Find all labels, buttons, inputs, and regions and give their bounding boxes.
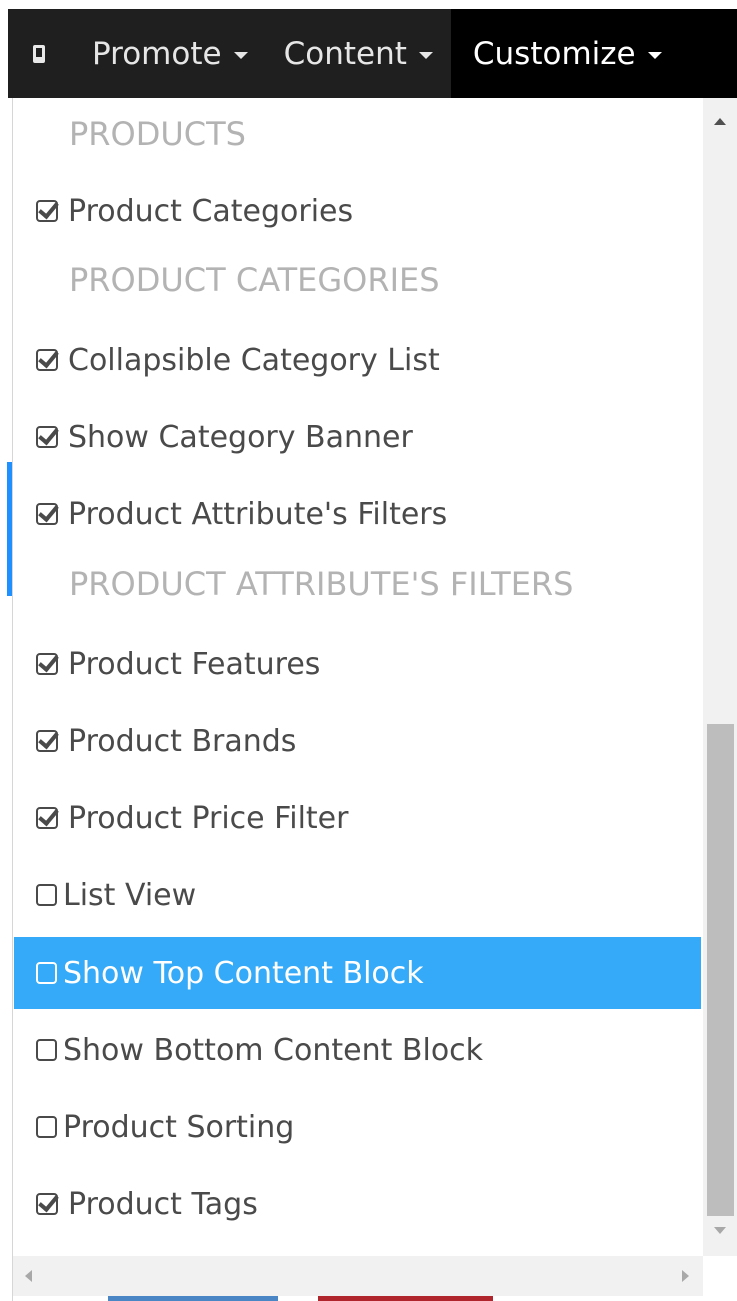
checkbox-icon [36,1116,57,1138]
menu-item-show-top-content-block[interactable]: Show Top Content Block [14,937,701,1009]
scroll-down-arrow-icon[interactable] [714,1227,726,1234]
menu-item-product-tags[interactable]: Product Tags [14,1168,701,1240]
checkbox-icon [36,1039,57,1061]
menu-section-header-product-attributes-filters: PRODUCT ATTRIBUTE'S FILTERS [14,548,701,620]
nav-promote-label: Promote [92,35,222,72]
menu-item-product-features[interactable]: Product Features [14,628,701,700]
customize-dropdown: PRODUCTS Product Categories PRODUCT CATE… [12,98,737,1301]
mobile-preview-button[interactable] [8,9,70,98]
menu-item-label: Product Brands [68,723,297,759]
checkbox-icon [36,1193,58,1215]
nav-content-menu[interactable]: Content [266,9,451,98]
nav-customize-label: Customize [472,35,636,72]
page-image-edge [108,1296,278,1301]
caret-down-icon [647,52,662,59]
menu-item-product-sorting[interactable]: Product Sorting [14,1091,701,1163]
scroll-left-arrow-icon[interactable] [25,1270,32,1282]
page-background [0,98,12,1301]
checkbox-icon [36,200,58,222]
checkbox-icon [36,503,58,525]
menu-item-label: Product Tags [68,1186,258,1222]
menu-item-label: Product Sorting [63,1109,295,1145]
scroll-up-arrow-icon[interactable] [714,118,726,125]
caret-down-icon [418,52,433,59]
nav-promote-menu[interactable]: Promote [70,9,266,98]
menu-item-product-categories[interactable]: Product Categories [14,175,701,247]
menu-section-header-products: PRODUCTS [14,98,701,170]
menu-section-header-label: PRODUCT ATTRIBUTE'S FILTERS [69,565,574,603]
customize-menu-list: PRODUCTS Product Categories PRODUCT CATE… [13,98,701,1256]
top-navbar: Promote Content Customize [8,9,737,98]
checkbox-icon [36,653,58,675]
scroll-right-arrow-icon[interactable] [682,1270,689,1282]
phone-icon [33,44,45,63]
menu-item-label: Collapsible Category List [68,342,440,378]
page-image-edge [318,1296,493,1301]
menu-item-label: Show Bottom Content Block [63,1032,484,1068]
nav-content-label: Content [283,35,407,72]
menu-section-header-label: PRODUCT CATEGORIES [69,261,440,299]
checkbox-icon [36,426,58,448]
menu-item-collapsible-category-list[interactable]: Collapsible Category List [14,324,701,396]
menu-item-label: Product Price Filter [68,800,349,836]
menu-section-header-label: PRODUCTS [69,115,246,153]
vertical-scrollbar-thumb[interactable] [707,724,734,1216]
menu-item-label: Product Categories [68,193,354,229]
checkbox-icon [36,962,57,984]
vertical-scrollbar[interactable] [703,98,737,1256]
nav-customize-menu[interactable]: Customize [450,9,737,98]
checkbox-icon [36,349,58,371]
checkbox-icon [36,730,58,752]
menu-section-header-product-categories: PRODUCT CATEGORIES [14,244,701,316]
menu-item-show-category-banner[interactable]: Show Category Banner [14,401,701,473]
menu-item-product-attributes-filters[interactable]: Product Attribute's Filters [14,478,701,550]
menu-item-product-price-filter[interactable]: Product Price Filter [14,782,701,854]
checkbox-icon [36,807,58,829]
horizontal-scrollbar[interactable] [13,1256,703,1296]
caret-down-icon [233,52,248,59]
menu-item-label: Show Top Content Block [63,955,424,991]
menu-item-product-brands[interactable]: Product Brands [14,705,701,777]
menu-item-label: Product Attribute's Filters [68,496,448,532]
menu-item-label: Show Category Banner [68,419,413,455]
menu-item-label: Product Features [68,646,321,682]
menu-item-label: List View [63,877,197,913]
menu-item-list-view[interactable]: List View [14,859,701,931]
menu-item-show-bottom-content-block[interactable]: Show Bottom Content Block [14,1014,701,1086]
checkbox-icon [36,884,57,906]
